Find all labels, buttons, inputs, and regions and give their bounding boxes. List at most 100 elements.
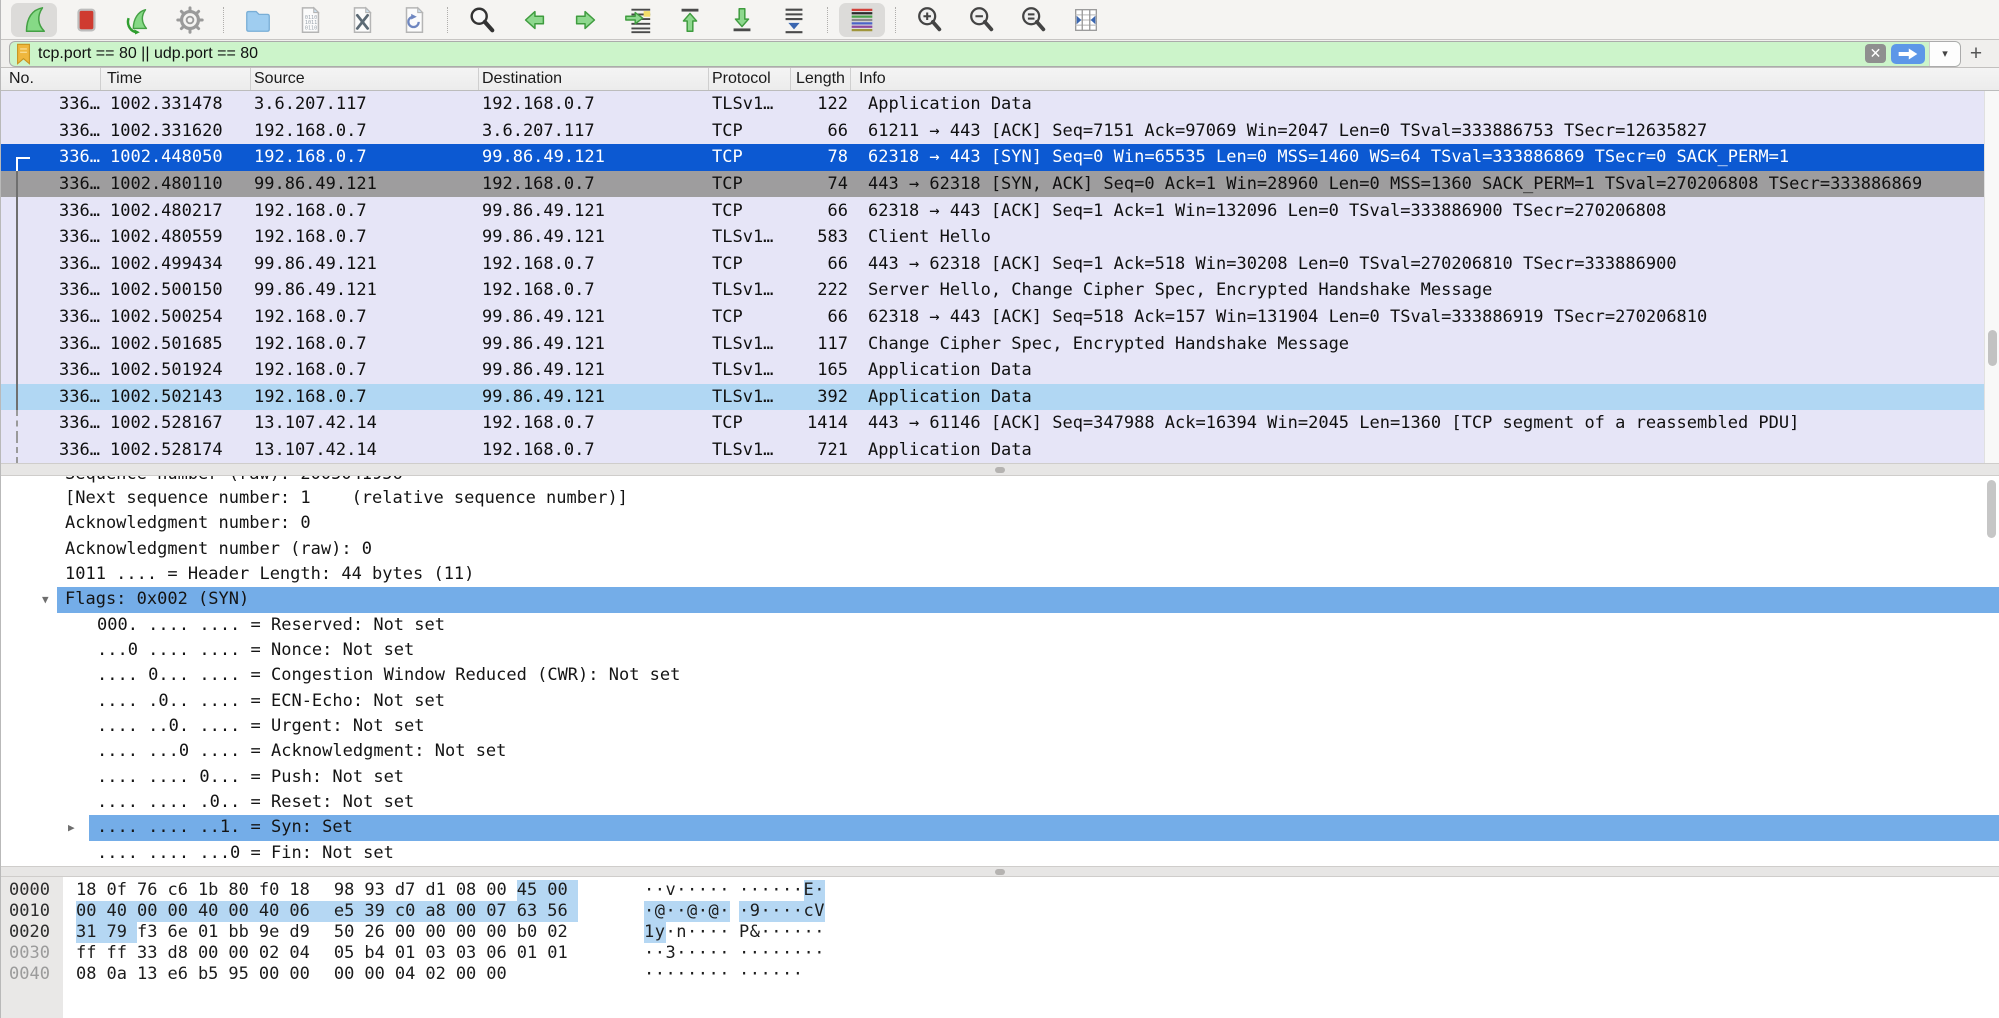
detail-row[interactable]: .... 0... .... = Congestion Window Reduc… <box>1 663 1999 688</box>
stream-mark <box>16 224 18 251</box>
column-header-destination[interactable]: Destination <box>479 68 709 90</box>
packet-row[interactable]: 336…1002.448050192.168.0.799.86.49.121TC… <box>1 144 1999 171</box>
stop-capture-button[interactable] <box>63 3 109 37</box>
detail-row[interactable]: .... ..0. .... = Urgent: Not set <box>1 714 1999 739</box>
open-file-button[interactable] <box>235 3 281 37</box>
find-packet-button[interactable] <box>459 3 505 37</box>
packet-row[interactable]: 336…1002.52816713.107.42.14192.168.0.7TC… <box>1 410 1999 437</box>
column-header-no[interactable]: No. <box>1 68 101 90</box>
packet-row[interactable]: 336…1002.501685192.168.0.799.86.49.121TL… <box>1 330 1999 357</box>
go-first-packet-button[interactable] <box>667 3 713 37</box>
detail-row[interactable]: 1011 .... = Header Length: 44 bytes (11) <box>1 562 1999 587</box>
cell-source: 3.6.207.117 <box>251 94 479 114</box>
restart-capture-button[interactable] <box>115 3 161 37</box>
packet-row[interactable]: 336…1002.480559192.168.0.799.86.49.121TL… <box>1 224 1999 251</box>
column-header-time[interactable]: Time <box>101 68 251 90</box>
hex-byte: d1 <box>425 880 445 901</box>
packet-row[interactable]: 336…1002.500254192.168.0.799.86.49.121TC… <box>1 304 1999 331</box>
hex-byte: 00 <box>198 943 218 964</box>
filter-clear-button[interactable]: ✕ <box>1865 44 1886 63</box>
hex-row[interactable]: 0000180f76c61b80f0189893d7d108004500··v·… <box>1 880 1999 901</box>
column-header-source[interactable]: Source <box>251 68 479 90</box>
detail-row[interactable]: .... .0.. .... = ECN-Echo: Not set <box>1 689 1999 714</box>
detail-row[interactable]: ▶.... .... ..1. = Syn: Set <box>1 815 1999 840</box>
hex-byte: 45 <box>517 880 547 901</box>
column-header-protocol[interactable]: Protocol <box>709 68 791 90</box>
pane-splitter[interactable] <box>1 866 1999 877</box>
display-filter-field[interactable]: tcp.port == 80 || udp.port == 80 ✕ ▾ <box>9 41 1961 67</box>
hex-byte: 80 <box>228 880 248 901</box>
detail-row[interactable]: ...0 .... .... = Nonce: Not set <box>1 638 1999 663</box>
pane-splitter[interactable] <box>1 463 1999 476</box>
filter-bookmark-button[interactable] <box>10 43 36 65</box>
go-back-button[interactable] <box>511 3 557 37</box>
ascii-char: · <box>644 880 655 901</box>
zoom-in-icon <box>915 5 945 35</box>
zoom-in-button[interactable] <box>907 3 953 37</box>
save-file-button[interactable]: 011010110110 <box>287 3 333 37</box>
detail-row[interactable]: .... ...0 .... = Acknowledgment: Not set <box>1 739 1999 764</box>
filter-dropdown-button[interactable]: ▾ <box>1929 42 1960 66</box>
detail-row[interactable]: [Next sequence number: 1 (relative seque… <box>1 486 1999 511</box>
ascii-char: · <box>804 922 815 943</box>
hex-byte: 76 <box>137 880 157 901</box>
filter-apply-button[interactable] <box>1891 44 1925 64</box>
packet-row[interactable]: 336…1002.48011099.86.49.121192.168.0.7TC… <box>1 171 1999 198</box>
detail-row[interactable]: .... .... ...0 = Fin: Not set <box>1 841 1999 866</box>
zoom-out-button[interactable] <box>959 3 1005 37</box>
cell-protocol: TLSv1… <box>709 440 791 460</box>
hex-row[interactable]: 00100040000040004006e539c0a800076356·@··… <box>1 901 1999 922</box>
packet-row[interactable]: 336…1002.49943499.86.49.121192.168.0.7TC… <box>1 251 1999 278</box>
detail-row[interactable]: Acknowledgment number: 0 <box>1 511 1999 536</box>
hex-byte: b4 <box>364 943 384 964</box>
scrollbar-thumb[interactable] <box>1988 330 1997 366</box>
hex-row[interactable]: 00203179f36e01bb9ed9502600000000b0021y·n… <box>1 922 1999 943</box>
filter-add-button[interactable]: + <box>1961 42 1991 66</box>
hex-row[interactable]: 0040080a13e6b5950000000004020000········… <box>1 964 1999 985</box>
detail-row[interactable]: Acknowledgment number (raw): 0 <box>1 537 1999 562</box>
filter-input[interactable]: tcp.port == 80 || udp.port == 80 <box>36 45 1865 63</box>
packet-row[interactable]: 336…1002.502143192.168.0.799.86.49.121TL… <box>1 384 1999 411</box>
zoom-reset-button[interactable] <box>1011 3 1057 37</box>
ascii-char: · <box>782 901 793 922</box>
go-last-packet-button[interactable] <box>719 3 765 37</box>
packet-list-scrollbar[interactable] <box>1984 91 1999 463</box>
close-file-button[interactable] <box>339 3 385 37</box>
hex-row[interactable]: 0030ffff33d80000020405b4010303060101··3·… <box>1 943 1999 964</box>
collapse-arrow-icon[interactable]: ▼ <box>42 587 49 612</box>
hex-byte: 07 <box>486 901 516 922</box>
expand-arrow-icon[interactable]: ▶ <box>68 815 75 840</box>
start-capture-button[interactable] <box>11 3 57 37</box>
packet-row[interactable]: 336…1002.50015099.86.49.121192.168.0.7TL… <box>1 277 1999 304</box>
hex-offset: 0010 <box>9 901 50 922</box>
details-scrollbar-thumb[interactable] <box>1987 480 1996 538</box>
packet-row[interactable]: 336…1002.501924192.168.0.799.86.49.121TL… <box>1 357 1999 384</box>
detail-row[interactable]: .... .... 0... = Push: Not set <box>1 765 1999 790</box>
detail-text: ...0 .... .... = Nonce: Not set <box>89 638 1999 663</box>
column-header-length[interactable]: Length <box>791 68 851 90</box>
auto-scroll-button[interactable] <box>771 3 817 37</box>
detail-row[interactable]: ▼Flags: 0x002 (SYN) <box>1 587 1999 612</box>
hex-byte: 0f <box>106 880 126 901</box>
go-to-packet-button[interactable] <box>615 3 661 37</box>
packet-row[interactable]: 336…1002.480217192.168.0.799.86.49.121TC… <box>1 197 1999 224</box>
detail-text: Sequence number (raw): 2005041956 <box>57 476 1999 486</box>
cell-source: 192.168.0.7 <box>251 307 479 327</box>
colorize-packets-button[interactable] <box>839 3 885 37</box>
packet-row[interactable]: 336…1002.331620192.168.0.73.6.207.117TCP… <box>1 118 1999 145</box>
capture-options-button[interactable] <box>167 3 213 37</box>
reload-file-button[interactable] <box>391 3 437 37</box>
detail-row[interactable]: .... .... .0.. = Reset: Not set <box>1 790 1999 815</box>
detail-row[interactable]: Sequence number (raw): 2005041956 <box>1 476 1999 486</box>
cell-protocol: TLSv1… <box>709 334 791 354</box>
ascii-char: · <box>750 943 761 964</box>
resize-columns-button[interactable] <box>1063 3 1109 37</box>
packet-row[interactable]: 336…1002.52817413.107.42.14192.168.0.7TL… <box>1 437 1999 464</box>
go-forward-button[interactable] <box>563 3 609 37</box>
packet-row[interactable]: 336…1002.3314783.6.207.117192.168.0.7TLS… <box>1 91 1999 118</box>
cell-length: 165 <box>791 360 851 380</box>
detail-text: .... ...0 .... = Acknowledgment: Not set <box>89 739 1999 764</box>
ascii-char: · <box>709 922 720 943</box>
detail-row[interactable]: 000. .... .... = Reserved: Not set <box>1 613 1999 638</box>
column-header-info[interactable]: Info <box>851 68 1999 90</box>
